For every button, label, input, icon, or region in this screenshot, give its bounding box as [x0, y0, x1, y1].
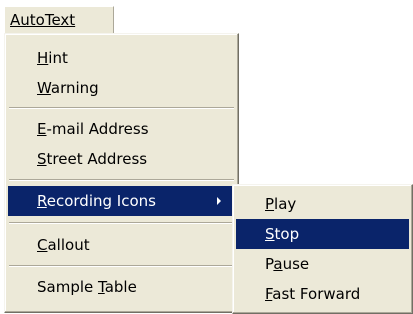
submenu-arrow-icon [217, 197, 221, 205]
submenu-item-pause[interactable]: Pause [236, 249, 409, 279]
menu-item-recording-icons[interactable]: Recording Icons [8, 186, 235, 216]
menu-separator [9, 179, 234, 181]
menu-item-sample-table[interactable]: Sample Table [8, 272, 235, 302]
submenu-item-stop[interactable]: Stop [236, 219, 409, 249]
menu-separator [9, 222, 234, 224]
submenu-item-fast-forward[interactable]: Fast Forward [236, 279, 409, 309]
menu-item-hint[interactable]: Hint [8, 43, 235, 73]
autotext-menu: Hint Warning E-mail Address Street Addre… [4, 33, 239, 313]
menu-item-warning[interactable]: Warning [8, 73, 235, 103]
menubar-autotext-label: AutoText [10, 11, 76, 29]
menu-item-email-address[interactable]: E-mail Address [8, 114, 235, 144]
recording-icons-submenu: Play Stop Pause Fast Forward [232, 184, 413, 314]
menu-item-street-address[interactable]: Street Address [8, 144, 235, 174]
menu-separator [9, 107, 234, 109]
menu-item-callout[interactable]: Callout [8, 230, 235, 260]
submenu-item-play[interactable]: Play [236, 189, 409, 219]
menubar-autotext[interactable]: AutoText [4, 6, 114, 33]
menu-separator [9, 265, 234, 267]
